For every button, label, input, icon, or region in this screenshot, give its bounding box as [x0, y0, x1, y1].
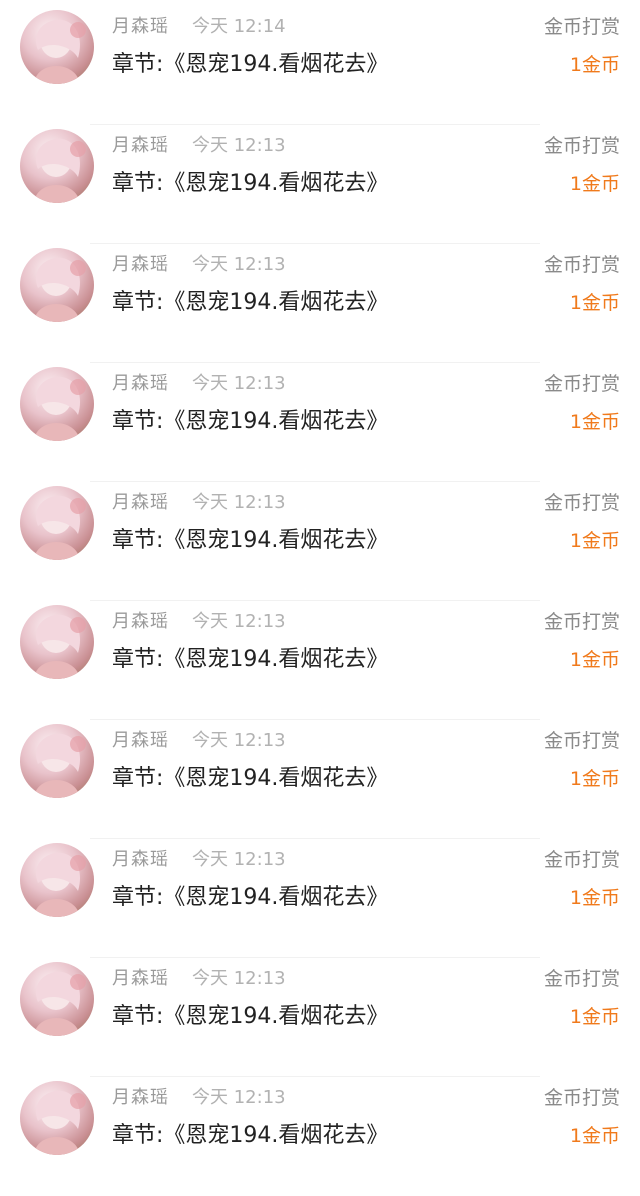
- reward-time: 今天 12:13: [192, 373, 286, 394]
- reward-type: 金币打赏: [543, 968, 620, 990]
- reward-time: 今天 12:13: [192, 968, 286, 989]
- reward-type: 金币打赏: [543, 1087, 620, 1109]
- reward-record-row[interactable]: 月森瑶 今天 12:13 章节:《恩宠194.看烟花去》 金币打赏 1金币: [0, 363, 640, 482]
- reward-type: 金币打赏: [543, 492, 620, 514]
- reward-amount: 1金币: [569, 173, 620, 195]
- user-avatar-icon[interactable]: [20, 962, 94, 1036]
- user-avatar-icon[interactable]: [20, 129, 94, 203]
- chapter-title: 章节:《恩宠194.看烟花去》: [112, 1004, 389, 1029]
- reward-record-row[interactable]: 月森瑶 今天 12:13 章节:《恩宠194.看烟花去》 金币打赏 1金币: [0, 125, 640, 244]
- user-name[interactable]: 月森瑶: [112, 488, 169, 514]
- reward-time: 今天 12:13: [192, 254, 286, 275]
- user-avatar-icon[interactable]: [20, 1081, 94, 1155]
- user-name[interactable]: 月森瑶: [112, 131, 169, 157]
- reward-record-row[interactable]: 月森瑶 今天 12:13 章节:《恩宠194.看烟花去》 金币打赏 1金币: [0, 601, 640, 720]
- reward-amount: 1金币: [569, 768, 620, 790]
- chapter-title: 章节:《恩宠194.看烟花去》: [112, 171, 389, 196]
- reward-record-row[interactable]: 月森瑶 今天 12:14 章节:《恩宠194.看烟花去》 金币打赏 1金币: [0, 6, 640, 125]
- chapter-title: 章节:《恩宠194.看烟花去》: [112, 290, 389, 315]
- reward-record-row[interactable]: 月森瑶 今天 12:13 章节:《恩宠194.看烟花去》 金币打赏 1金币: [0, 839, 640, 958]
- reward-time: 今天 12:13: [192, 1087, 286, 1108]
- chapter-title: 章节:《恩宠194.看烟花去》: [112, 885, 389, 910]
- user-avatar-icon[interactable]: [20, 10, 94, 84]
- chapter-title: 章节:《恩宠194.看烟花去》: [112, 647, 389, 672]
- user-avatar-icon[interactable]: [20, 248, 94, 322]
- reward-time: 今天 12:13: [192, 492, 286, 513]
- reward-type: 金币打赏: [543, 849, 620, 871]
- reward-amount: 1金币: [569, 292, 620, 314]
- chapter-title: 章节:《恩宠194.看烟花去》: [112, 52, 389, 77]
- user-avatar-icon[interactable]: [20, 367, 94, 441]
- user-name[interactable]: 月森瑶: [112, 250, 169, 276]
- user-name[interactable]: 月森瑶: [112, 1083, 169, 1109]
- reward-time: 今天 12:13: [192, 730, 286, 751]
- reward-record-row[interactable]: 月森瑶 今天 12:13 章节:《恩宠194.看烟花去》 金币打赏 1金币: [0, 958, 640, 1077]
- reward-time: 今天 12:13: [192, 611, 286, 632]
- chapter-title: 章节:《恩宠194.看烟花去》: [112, 409, 389, 434]
- reward-time: 今天 12:13: [192, 849, 286, 870]
- reward-type: 金币打赏: [543, 135, 620, 157]
- user-name[interactable]: 月森瑶: [112, 607, 169, 633]
- user-name[interactable]: 月森瑶: [112, 12, 169, 38]
- reward-record-row[interactable]: 月森瑶 今天 12:13 章节:《恩宠194.看烟花去》 金币打赏 1金币: [0, 1077, 640, 1196]
- reward-type: 金币打赏: [543, 730, 620, 752]
- user-avatar-icon[interactable]: [20, 605, 94, 679]
- reward-type: 金币打赏: [543, 373, 620, 395]
- chapter-title: 章节:《恩宠194.看烟花去》: [112, 766, 389, 791]
- user-name[interactable]: 月森瑶: [112, 726, 169, 752]
- reward-record-list: 月森瑶 今天 12:14 章节:《恩宠194.看烟花去》 金币打赏 1金币 月森…: [0, 0, 640, 1161]
- chapter-title: 章节:《恩宠194.看烟花去》: [112, 528, 389, 553]
- reward-time: 今天 12:14: [192, 16, 286, 37]
- reward-amount: 1金币: [569, 530, 620, 552]
- user-avatar-icon[interactable]: [20, 843, 94, 917]
- reward-amount: 1金币: [569, 649, 620, 671]
- user-name[interactable]: 月森瑶: [112, 964, 169, 990]
- user-name[interactable]: 月森瑶: [112, 369, 169, 395]
- user-avatar-icon[interactable]: [20, 724, 94, 798]
- reward-type: 金币打赏: [543, 254, 620, 276]
- reward-time: 今天 12:13: [192, 135, 286, 156]
- reward-amount: 1金币: [569, 1125, 620, 1147]
- reward-record-row[interactable]: 月森瑶 今天 12:13 章节:《恩宠194.看烟花去》 金币打赏 1金币: [0, 720, 640, 839]
- user-avatar-icon[interactable]: [20, 486, 94, 560]
- reward-amount: 1金币: [569, 887, 620, 909]
- reward-amount: 1金币: [569, 54, 620, 76]
- reward-type: 金币打赏: [543, 16, 620, 38]
- reward-record-row[interactable]: 月森瑶 今天 12:13 章节:《恩宠194.看烟花去》 金币打赏 1金币: [0, 482, 640, 601]
- reward-type: 金币打赏: [543, 611, 620, 633]
- reward-amount: 1金币: [569, 411, 620, 433]
- reward-amount: 1金币: [569, 1006, 620, 1028]
- reward-record-row[interactable]: 月森瑶 今天 12:13 章节:《恩宠194.看烟花去》 金币打赏 1金币: [0, 244, 640, 363]
- user-name[interactable]: 月森瑶: [112, 845, 169, 871]
- chapter-title: 章节:《恩宠194.看烟花去》: [112, 1123, 389, 1148]
